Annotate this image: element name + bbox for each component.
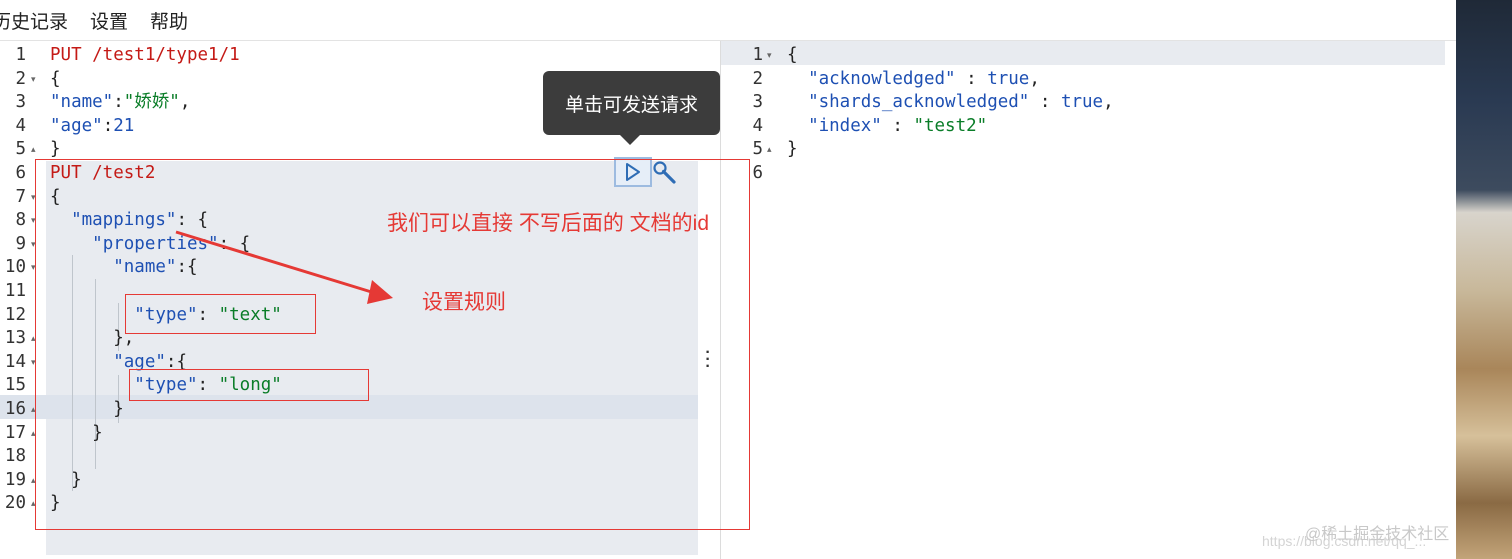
code-token: : — [881, 115, 914, 136]
code-line[interactable]: PUT /test1/type1/1 — [50, 43, 240, 67]
line-number: 11 — [4, 281, 26, 301]
line-number: 6 — [15, 163, 26, 183]
fold-toggle-close[interactable]: ▴ — [31, 137, 41, 161]
code-token: } — [787, 139, 798, 160]
type-text-highlight-box — [125, 294, 316, 334]
code-token: "test2" — [913, 115, 988, 136]
code-token: true — [987, 68, 1030, 89]
menu-history[interactable]: 历史记录 — [0, 7, 68, 34]
code-token: , — [179, 92, 191, 113]
code-token: PUT /test1/type1/1 — [50, 45, 240, 65]
juejin-watermark: @稀土掘金技术社区 — [1305, 526, 1450, 543]
line-number: 10 — [4, 257, 26, 278]
line-number: 9 — [15, 233, 26, 254]
tooltip-arrow — [620, 135, 640, 145]
menu-settings[interactable]: 设置 — [90, 7, 128, 34]
line-number: 12 — [4, 304, 26, 325]
line-number: 7 — [15, 186, 26, 207]
code-line[interactable]: "name":"娇娇", — [50, 90, 190, 114]
code-token: "name" — [50, 92, 114, 113]
code-token: "acknowledged" — [808, 68, 956, 89]
code-token: : — [113, 92, 124, 113]
code-token: { — [787, 45, 798, 65]
fold-toggle-close[interactable]: ▴ — [767, 137, 777, 161]
line-number: 1 — [752, 45, 763, 65]
line-number: 8 — [15, 210, 26, 231]
line-number: 15 — [4, 375, 26, 396]
code-token: "index" — [808, 115, 882, 136]
send-request-tooltip: 单击可发送请求 — [543, 71, 720, 135]
line-number: 1 — [15, 45, 26, 65]
line-number: 3 — [15, 92, 26, 113]
code-line[interactable]: } — [787, 137, 798, 161]
fold-toggle-open[interactable]: ▾ — [767, 43, 777, 67]
code-token: : — [102, 115, 114, 136]
line-number: 14 — [4, 351, 26, 372]
code-line[interactable]: "index" : "test2" — [787, 114, 987, 138]
code-token: true — [1060, 92, 1104, 113]
code-token: 21 — [113, 115, 135, 136]
line-number: 18 — [4, 446, 26, 467]
code-line[interactable]: { — [787, 43, 798, 67]
line-number: 17 — [4, 422, 26, 443]
code-token: "age" — [50, 115, 103, 136]
code-token: } — [50, 139, 61, 160]
line-number: 20 — [4, 493, 26, 514]
fold-toggle-open[interactable]: ▾ — [31, 67, 41, 91]
line-number: 16 — [4, 399, 26, 419]
code-token: : — [1029, 92, 1061, 113]
code-line[interactable]: "acknowledged" : true, — [787, 67, 1040, 91]
line-number: 4 — [15, 115, 26, 136]
code-line[interactable]: } — [50, 137, 61, 161]
type-long-highlight-box — [129, 369, 369, 401]
menu-help[interactable]: 帮助 — [150, 7, 188, 34]
response-viewer[interactable]: 1 ▾ {2 "acknowledged" : true, 3 "shards_ack… — [720, 41, 1457, 559]
menu-bar: 历史记录 设置 帮助 — [0, 0, 1456, 41]
code-token: , — [1029, 68, 1040, 89]
line-number: 3 — [752, 92, 763, 113]
code-token: "shards_acknowledged" — [808, 92, 1030, 113]
code-token: , — [1103, 92, 1114, 113]
code-line[interactable]: { — [50, 67, 61, 91]
code-line[interactable]: "shards_acknowledged" : true, — [787, 90, 1114, 114]
code-token: "娇娇" — [123, 92, 180, 113]
annotation-no-id: 我们可以直接 不写后面的 文档的id — [387, 212, 710, 235]
line-number: 19 — [4, 469, 26, 490]
line-number: 4 — [752, 115, 763, 136]
line-number: 5 — [752, 139, 763, 160]
code-token: { — [50, 68, 61, 89]
line-number: 5 — [15, 139, 26, 160]
line-number: 2 — [752, 68, 763, 89]
line-number: 13 — [4, 328, 26, 349]
desktop-background — [1456, 0, 1512, 559]
line-number: 2 — [15, 68, 26, 89]
annotation-set-rules: 设置规则 — [422, 291, 506, 314]
response-first-line — [721, 41, 1445, 65]
code-token: : — [955, 68, 988, 89]
code-line[interactable]: "age":21 — [50, 114, 134, 138]
